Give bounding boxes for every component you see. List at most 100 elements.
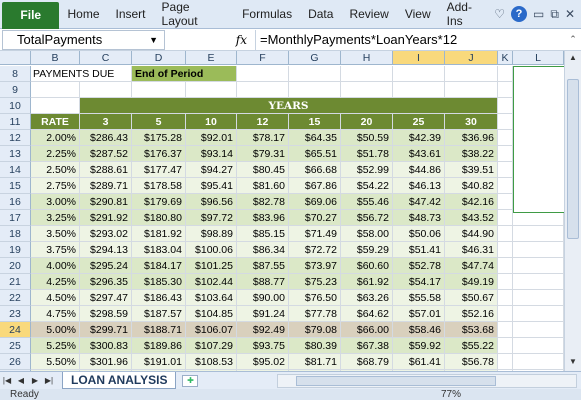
payment-cell[interactable]: $57.01 (393, 306, 445, 322)
empty-cell[interactable] (498, 146, 513, 162)
payment-cell[interactable]: $184.17 (132, 258, 186, 274)
payment-cell[interactable]: $294.13 (80, 242, 132, 258)
tab-view[interactable]: View (397, 7, 439, 21)
empty-cell[interactable] (445, 82, 498, 98)
empty-cell[interactable] (80, 82, 132, 98)
tab-page-layout[interactable]: Page Layout (154, 0, 235, 28)
payment-cell[interactable]: $46.13 (393, 178, 445, 194)
payment-cell[interactable]: $54.22 (341, 178, 393, 194)
sheet-tab-loan-analysis[interactable]: LOAN ANALYSIS (62, 372, 177, 389)
tab-review[interactable]: Review (341, 7, 396, 21)
payment-cell[interactable]: $44.86 (393, 162, 445, 178)
payment-cell[interactable]: $176.37 (132, 146, 186, 162)
payments-due-value[interactable]: End of Period (132, 66, 237, 82)
prev-sheet-icon[interactable]: ◀ (14, 376, 28, 385)
insert-sheet-icon[interactable]: ✚ (182, 374, 199, 387)
column-header-j[interactable]: J (445, 51, 498, 65)
row-header-20[interactable]: 20 (0, 258, 31, 274)
payment-cell[interactable]: $50.59 (341, 130, 393, 146)
empty-cell[interactable] (498, 242, 513, 258)
payment-cell[interactable]: $60.60 (341, 258, 393, 274)
payment-cell[interactable]: $100.06 (186, 242, 237, 258)
empty-cell[interactable] (513, 258, 564, 274)
empty-cell[interactable] (498, 306, 513, 322)
payment-cell[interactable]: $39.51 (445, 162, 498, 178)
rate-cell[interactable]: 5.50% (31, 354, 80, 370)
empty-cell[interactable] (498, 194, 513, 210)
help-icon[interactable]: ? (511, 6, 528, 22)
payment-cell[interactable]: $298.59 (80, 306, 132, 322)
name-box[interactable]: TotalPayments ▼ (2, 29, 165, 50)
rate-cell[interactable]: 3.00% (31, 194, 80, 210)
first-sheet-icon[interactable]: |◀ (0, 376, 14, 385)
payment-cell[interactable]: $94.27 (186, 162, 237, 178)
empty-cell[interactable] (186, 82, 237, 98)
payment-cell[interactable]: $77.78 (289, 306, 341, 322)
payment-cell[interactable]: $95.41 (186, 178, 237, 194)
payment-cell[interactable]: $97.72 (186, 210, 237, 226)
column-header-c[interactable]: C (80, 51, 132, 65)
payment-cell[interactable]: $186.43 (132, 290, 186, 306)
embedded-chart-frame[interactable] (513, 66, 565, 213)
empty-cell[interactable] (498, 322, 513, 338)
insert-function-icon[interactable]: fx (236, 33, 247, 47)
payment-cell[interactable]: $59.29 (341, 242, 393, 258)
empty-cell[interactable] (237, 66, 289, 82)
payment-cell[interactable]: $50.06 (393, 226, 445, 242)
payment-cell[interactable]: $53.68 (445, 322, 498, 338)
payment-cell[interactable]: $43.61 (393, 146, 445, 162)
payment-cell[interactable]: $300.83 (80, 338, 132, 354)
payment-cell[interactable]: $66.68 (289, 162, 341, 178)
row-header-13[interactable]: 13 (0, 146, 31, 162)
vertical-scroll-thumb[interactable] (567, 79, 579, 239)
payment-cell[interactable]: $54.17 (393, 274, 445, 290)
rate-cell[interactable]: 5.25% (31, 338, 80, 354)
empty-cell[interactable] (498, 114, 513, 130)
payment-cell[interactable]: $52.16 (445, 306, 498, 322)
row-header-8[interactable]: 8 (0, 66, 31, 82)
row-header-10[interactable]: 10 (0, 98, 31, 114)
payment-cell[interactable]: $181.92 (132, 226, 186, 242)
horizontal-scroll-thumb[interactable] (296, 375, 496, 386)
empty-cell[interactable] (498, 354, 513, 370)
empty-cell[interactable] (289, 66, 341, 82)
payment-cell[interactable]: $178.58 (132, 178, 186, 194)
payment-cell[interactable]: $103.64 (186, 290, 237, 306)
payment-cell[interactable]: $72.72 (289, 242, 341, 258)
rate-cell[interactable]: 5.00% (31, 322, 80, 338)
payment-cell[interactable]: $183.04 (132, 242, 186, 258)
scroll-down-icon[interactable]: ▼ (569, 357, 577, 366)
payment-cell[interactable]: $291.92 (80, 210, 132, 226)
payment-cell[interactable]: $87.55 (237, 258, 289, 274)
empty-cell[interactable] (289, 82, 341, 98)
payment-cell[interactable]: $108.53 (186, 354, 237, 370)
empty-cell[interactable] (513, 274, 564, 290)
payment-cell[interactable]: $79.31 (237, 146, 289, 162)
payment-cell[interactable]: $83.96 (237, 210, 289, 226)
payment-cell[interactable]: $70.27 (289, 210, 341, 226)
column-header-e[interactable]: E (186, 51, 237, 65)
empty-cell[interactable] (498, 162, 513, 178)
payment-cell[interactable]: $66.00 (341, 322, 393, 338)
row-header-25[interactable]: 25 (0, 338, 31, 354)
payment-cell[interactable]: $64.35 (289, 130, 341, 146)
row-header-9[interactable]: 9 (0, 82, 31, 98)
empty-cell[interactable] (498, 66, 513, 82)
payment-cell[interactable]: $52.78 (393, 258, 445, 274)
last-sheet-icon[interactable]: ▶| (42, 376, 56, 385)
rate-cell[interactable]: 3.75% (31, 242, 80, 258)
payment-cell[interactable]: $40.82 (445, 178, 498, 194)
payment-cell[interactable]: $71.49 (289, 226, 341, 242)
column-header-b[interactable]: B (31, 51, 80, 65)
payment-cell[interactable]: $107.29 (186, 338, 237, 354)
empty-cell[interactable] (498, 210, 513, 226)
empty-cell[interactable] (513, 242, 564, 258)
horizontal-scrollbar[interactable] (277, 373, 577, 388)
payment-cell[interactable]: $49.19 (445, 274, 498, 290)
payment-cell[interactable]: $68.79 (341, 354, 393, 370)
payment-cell[interactable]: $67.86 (289, 178, 341, 194)
empty-cell[interactable] (445, 66, 498, 82)
payment-cell[interactable]: $296.35 (80, 274, 132, 290)
vertical-scrollbar[interactable]: ▲ ▼ (564, 51, 581, 371)
payment-cell[interactable]: $56.72 (341, 210, 393, 226)
